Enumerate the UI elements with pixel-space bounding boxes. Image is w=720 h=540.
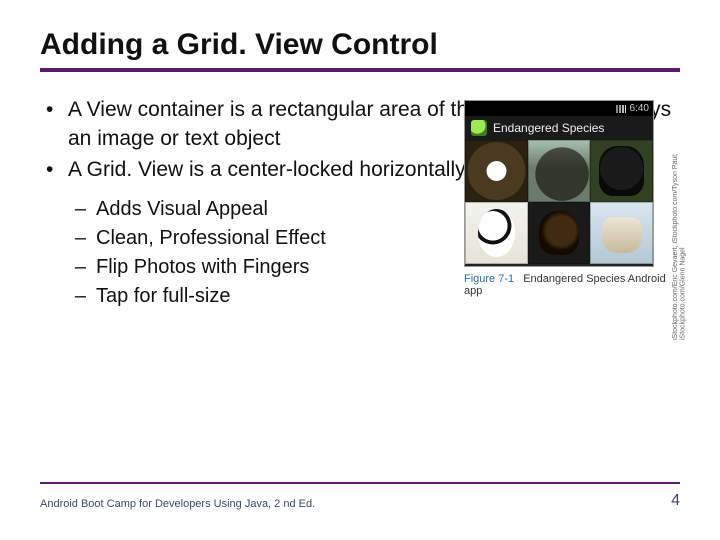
sub-bullet-text: Tap for full-size xyxy=(96,282,231,311)
sub-bullet-marker: – xyxy=(40,195,96,224)
grid-cell-chimp xyxy=(528,202,591,264)
figure-caption: Figure 7-1 Endangered Species Android ap… xyxy=(464,273,678,297)
sub-bullet-text: Flip Photos with Fingers xyxy=(96,253,309,282)
figure-label: Figure 7-1 xyxy=(464,273,514,285)
image-credit: iStockphoto.com/Eric Gevaert; iStockphot… xyxy=(672,100,686,340)
sub-bullet-marker: – xyxy=(40,282,96,311)
slide-title: Adding a Grid. View Control xyxy=(40,28,680,72)
signal-icon xyxy=(616,105,626,113)
bullet-marker: • xyxy=(40,156,68,185)
page-number: 4 xyxy=(671,492,680,510)
bullet-marker: • xyxy=(40,96,68,154)
app-title: Endangered Species xyxy=(493,121,604,135)
grid-cell-polar-bear xyxy=(590,202,653,264)
grid-cell-panda xyxy=(465,202,528,264)
footer: Android Boot Camp for Developers Using J… xyxy=(40,482,680,510)
grid-cell-eagle xyxy=(465,140,528,202)
grid-cell-elephant xyxy=(528,140,591,202)
sub-bullet-text: Clean, Professional Effect xyxy=(96,224,326,253)
sub-bullet-marker: – xyxy=(40,224,96,253)
phone-mock: 6:40 Endangered Species xyxy=(464,100,654,267)
sub-bullet-text: Adds Visual Appeal xyxy=(96,195,268,224)
phone-status-bar: 6:40 xyxy=(465,101,653,116)
grid-cell-gorilla xyxy=(590,140,653,202)
phone-grid xyxy=(465,140,653,266)
figure: 6:40 Endangered Species iStockphoto.com/… xyxy=(464,100,678,297)
sub-bullet-marker: – xyxy=(40,253,96,282)
content-area: • A View container is a rectangular area… xyxy=(40,96,680,311)
footer-source: Android Boot Camp for Developers Using J… xyxy=(40,498,315,510)
app-icon xyxy=(471,120,487,136)
phone-app-bar: Endangered Species xyxy=(465,116,653,140)
slide: Adding a Grid. View Control • A View con… xyxy=(0,0,720,540)
phone-time: 6:40 xyxy=(630,103,649,114)
